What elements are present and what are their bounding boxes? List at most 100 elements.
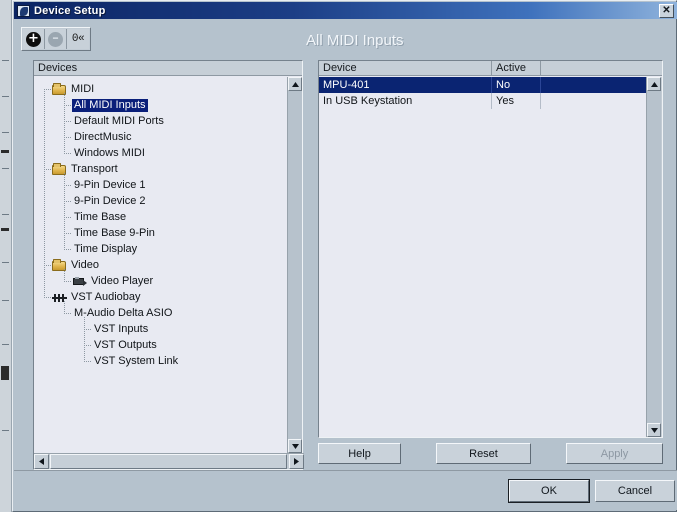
tree-item-m-audio-delta-asio[interactable]: M-Audio Delta ASIO bbox=[34, 305, 174, 321]
tree-item-time-base[interactable]: Time Base bbox=[34, 209, 128, 225]
tree-item-vst-system-link[interactable]: VST System Link bbox=[34, 353, 180, 369]
devices-column-header: Devices bbox=[34, 61, 302, 76]
tree-item-label: Time Display bbox=[74, 242, 138, 255]
scroll-left-icon[interactable] bbox=[34, 454, 49, 469]
tree-item-time-base-9-pin[interactable]: Time Base 9-Pin bbox=[34, 225, 157, 241]
devices-tree-panel: Devices MIDI All MIDI Inputs Default MIDI … bbox=[33, 60, 304, 470]
tree-scroll-track[interactable] bbox=[288, 91, 302, 439]
table-cell-device: MPU-401 bbox=[319, 77, 492, 93]
dialog-title: Device Setup bbox=[34, 4, 106, 17]
dialog-titlebar[interactable]: Device Setup ✕ bbox=[14, 2, 677, 19]
device-list-panel: Device Active MPU-401 No In USB Keystation Y… bbox=[318, 60, 663, 438]
devices-tree[interactable]: MIDI All MIDI Inputs Default MIDI Ports Dir… bbox=[34, 77, 302, 453]
scroll-down-icon[interactable] bbox=[647, 423, 661, 437]
tree-connector-line bbox=[64, 153, 72, 154]
device-toolbar: + – 0« bbox=[21, 27, 91, 51]
tree-horizontal-scroll-thumb[interactable] bbox=[50, 454, 287, 469]
device-table-header: Device Active bbox=[319, 61, 662, 76]
minus-icon: – bbox=[48, 31, 63, 47]
reset-button[interactable]: Reset bbox=[436, 443, 531, 464]
tree-connector-line bbox=[64, 121, 72, 122]
tree-connector-line bbox=[64, 217, 72, 218]
reset-devices-button[interactable]: 0« bbox=[67, 29, 89, 49]
close-icon[interactable]: ✕ bbox=[659, 4, 674, 18]
tree-connector-line bbox=[44, 265, 52, 266]
tree-item-time-display[interactable]: Time Display bbox=[34, 241, 139, 257]
column-header-active[interactable]: Active bbox=[492, 61, 541, 75]
device-table-vertical-scrollbar[interactable] bbox=[646, 77, 662, 437]
tree-connector-line bbox=[44, 169, 52, 170]
device-setup-dialog: Device Setup ✕ + – 0« All MIDI Inputs De… bbox=[12, 0, 677, 512]
tree-connector-line bbox=[64, 93, 65, 153]
tree-item-label: 9-Pin Device 1 bbox=[74, 178, 146, 191]
table-row[interactable]: MPU-401 No bbox=[319, 77, 647, 93]
tree-item-label: 9-Pin Device 2 bbox=[74, 194, 146, 207]
tree-item-default-midi-ports[interactable]: Default MIDI Ports bbox=[34, 113, 166, 129]
remove-device-button[interactable]: – bbox=[45, 29, 67, 49]
tree-connector-line bbox=[84, 329, 92, 330]
column-header-blank[interactable] bbox=[541, 61, 646, 75]
table-cell-device: In USB Keystation bbox=[319, 93, 492, 109]
tree-item-label: DirectMusic bbox=[74, 130, 132, 143]
tree-item-label: M-Audio Delta ASIO bbox=[74, 306, 173, 319]
tree-item-label: Time Base bbox=[74, 210, 127, 223]
scroll-right-icon[interactable] bbox=[289, 454, 304, 469]
add-device-button[interactable]: + bbox=[23, 29, 45, 49]
device-table-scroll-track[interactable] bbox=[647, 91, 661, 423]
tree-item-vst-outputs[interactable]: VST Outputs bbox=[34, 337, 159, 353]
scroll-up-icon[interactable] bbox=[288, 77, 302, 91]
table-cell-active: Yes bbox=[492, 93, 541, 109]
tree-connector-line bbox=[64, 185, 72, 186]
ok-button[interactable]: OK bbox=[508, 479, 590, 503]
tree-connector-line bbox=[84, 345, 92, 346]
table-cell-blank bbox=[541, 77, 646, 93]
tree-connector-line bbox=[64, 269, 65, 281]
tree-item-label: All MIDI Inputs bbox=[72, 98, 148, 112]
tree-item-label: VST Inputs bbox=[94, 322, 149, 335]
tree-vertical-scrollbar[interactable] bbox=[287, 77, 302, 453]
tree-connector-line bbox=[64, 105, 72, 106]
tree-item-label: Video Player bbox=[91, 274, 154, 287]
tree-item-9-pin-device-1[interactable]: 9-Pin Device 1 bbox=[34, 177, 148, 193]
plus-icon: + bbox=[26, 31, 41, 47]
tree-item-video-player[interactable]: Video Player bbox=[34, 273, 155, 289]
tree-connector-line bbox=[44, 89, 52, 90]
tree-item-label: Transport bbox=[71, 162, 118, 175]
dialog-footer: OK Cancel bbox=[14, 470, 677, 510]
tree-item-directmusic[interactable]: DirectMusic bbox=[34, 129, 133, 145]
apply-button[interactable]: Apply bbox=[566, 443, 663, 464]
background-app-ruler-strip bbox=[0, 0, 12, 512]
tree-item-label: VST Outputs bbox=[94, 338, 157, 351]
tree-connector-line bbox=[84, 361, 92, 362]
panel-title: All MIDI Inputs bbox=[306, 32, 404, 49]
tree-connector-line bbox=[64, 201, 72, 202]
tree-connector-line bbox=[44, 297, 52, 298]
scroll-up-icon[interactable] bbox=[647, 77, 661, 91]
table-row[interactable]: In USB Keystation Yes bbox=[319, 93, 647, 109]
tree-item-vst-inputs[interactable]: VST Inputs bbox=[34, 321, 150, 337]
table-cell-active: No bbox=[492, 77, 541, 93]
tree-item-label: Default MIDI Ports bbox=[74, 114, 164, 127]
tree-item-windows-midi[interactable]: Windows MIDI bbox=[34, 145, 147, 161]
tree-item-label: VST Audiobay bbox=[71, 290, 141, 303]
tree-item-all-midi-inputs[interactable]: All MIDI Inputs bbox=[34, 97, 148, 113]
tree-connector-line bbox=[64, 249, 72, 250]
tree-connector-line bbox=[64, 233, 72, 234]
tree-item-label: Video bbox=[71, 258, 99, 271]
device-table-body[interactable]: MPU-401 No In USB Keystation Yes bbox=[319, 77, 647, 437]
cubase-logo-icon bbox=[17, 4, 30, 17]
tree-horizontal-scrollbar[interactable] bbox=[34, 453, 304, 469]
help-button[interactable]: Help bbox=[318, 443, 401, 464]
table-cell-blank bbox=[541, 93, 646, 109]
cancel-button[interactable]: Cancel bbox=[595, 480, 675, 502]
action-buttons-row: Help Reset Apply bbox=[318, 443, 663, 464]
tree-item-label: VST System Link bbox=[94, 354, 179, 367]
tree-item-label: MIDI bbox=[71, 82, 95, 95]
column-header-device[interactable]: Device bbox=[319, 61, 492, 75]
scroll-down-icon[interactable] bbox=[288, 439, 302, 453]
tree-connector-line bbox=[64, 313, 72, 314]
camera-icon bbox=[72, 275, 87, 288]
rewind-zero-icon: 0« bbox=[71, 33, 85, 45]
tree-item-label: Windows MIDI bbox=[74, 146, 145, 159]
tree-item-9-pin-device-2[interactable]: 9-Pin Device 2 bbox=[34, 193, 148, 209]
